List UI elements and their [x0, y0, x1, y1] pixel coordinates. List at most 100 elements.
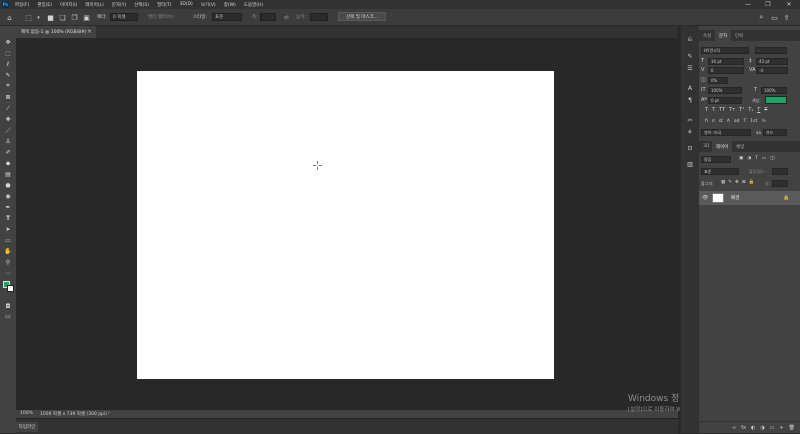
vertical-scale-input[interactable]: 100%	[708, 87, 742, 94]
menu-3d[interactable]: 3D(D)	[180, 2, 193, 7]
brush-tool-icon[interactable]: ／	[3, 126, 13, 135]
subscript-button[interactable]: T₁	[748, 107, 753, 113]
trash-icon[interactable]: 🗑	[789, 425, 795, 431]
close-tab-icon[interactable]: ×	[88, 29, 92, 35]
maximize-button[interactable]: ❐	[760, 0, 776, 9]
path-select-tool-icon[interactable]: ➤	[3, 225, 13, 233]
subtract-selection-icon[interactable]: ❐	[70, 13, 79, 22]
history-panel-icon[interactable]: ⎌	[685, 36, 695, 44]
pen-tool-icon[interactable]: ✒	[3, 203, 13, 211]
character-panel-icon[interactable]: A	[685, 84, 695, 92]
select-and-mask-button[interactable]: 선택 및 마스크...	[338, 12, 386, 21]
tab-layers[interactable]: 레이어	[712, 141, 733, 152]
alternates-button[interactable]: ad	[734, 119, 740, 124]
baseline-shift-input[interactable]: 0 pt	[708, 97, 742, 104]
all-caps-button[interactable]: TT	[719, 107, 725, 113]
menu-image[interactable]: 이미지(I)	[60, 2, 77, 8]
layer-style-icon[interactable]: fx	[741, 425, 746, 431]
language-select[interactable]: 영어: 미국	[701, 129, 751, 136]
marquee-tool-icon[interactable]: ⬚	[3, 49, 13, 57]
superscript-button[interactable]: T¹	[739, 107, 744, 113]
font-style-select[interactable]: -	[755, 47, 787, 54]
lock-all-icon[interactable]: 🔒	[749, 180, 755, 185]
document-canvas[interactable]	[137, 71, 554, 379]
leading-input[interactable]: 43 pt	[756, 58, 788, 65]
properties-icon[interactable]: ⊡	[685, 144, 695, 152]
tab-paragraph[interactable]: 단락	[731, 30, 747, 41]
feather-input[interactable]: 0 픽셀	[110, 13, 138, 21]
antialias-select[interactable]: 하드	[763, 129, 787, 136]
eye-icon[interactable]: 👁	[702, 195, 708, 201]
layer-row-background[interactable]: 👁 배경 🔒	[699, 191, 800, 205]
workspace[interactable]	[16, 38, 678, 410]
filter-pixel-icon[interactable]: ▣	[739, 156, 743, 161]
horizontal-scale-input[interactable]: 100%	[761, 87, 787, 94]
ligature-button[interactable]: fi	[705, 119, 708, 124]
quick-select-tool-icon[interactable]: ✎	[3, 71, 13, 79]
crop-tool-icon[interactable]: ⌗	[3, 82, 13, 90]
stylistic-button[interactable]: st	[719, 119, 723, 124]
filter-type-icon[interactable]: T	[755, 156, 758, 161]
new-selection-icon[interactable]: ■	[46, 13, 55, 22]
move-tool-icon[interactable]: ✥	[3, 38, 13, 46]
zoom-level[interactable]: 100%	[20, 411, 33, 416]
frame-tool-icon[interactable]: ⊠	[3, 93, 13, 101]
font-family-select[interactable]: HY견고딕	[701, 47, 749, 54]
style-select[interactable]: 표준	[212, 13, 242, 21]
swap-dimensions-icon[interactable]: ⇄	[282, 13, 291, 22]
swash-button[interactable]: A	[727, 119, 730, 124]
alt-ligature-button[interactable]: σ	[712, 119, 715, 124]
more-tools-icon[interactable]: ⋯	[3, 269, 13, 277]
quick-mask-icon[interactable]: ◘	[3, 302, 13, 310]
new-layer-icon[interactable]: +	[779, 425, 783, 431]
menu-window[interactable]: 창(W)	[224, 2, 236, 8]
layer-name[interactable]: 배경	[731, 195, 739, 201]
hand-tool-icon[interactable]: ✋	[3, 247, 13, 255]
lock-icon[interactable]: 🔒	[783, 195, 789, 201]
tool-presets-icon[interactable]: ✂	[685, 116, 695, 124]
width-input[interactable]	[260, 13, 276, 21]
lock-artboard-icon[interactable]: ⊠	[742, 180, 746, 185]
filter-shape-icon[interactable]: ▭	[762, 156, 766, 161]
filter-smart-icon[interactable]: ◫	[770, 156, 774, 161]
zoom-tool-icon[interactable]: ⚲	[3, 258, 13, 266]
filter-adjust-icon[interactable]: ◑	[747, 156, 751, 161]
close-window-button[interactable]: ✕	[781, 0, 797, 9]
status-menu-arrow-icon[interactable]: ›	[108, 411, 110, 416]
layer-filter-select[interactable]: 종류	[701, 156, 731, 163]
dodge-tool-icon[interactable]: ◉	[3, 192, 13, 200]
history-brush-tool-icon[interactable]: ✐	[3, 148, 13, 156]
tab-properties[interactable]: 속성	[699, 30, 715, 41]
screen-mode-icon[interactable]: ▭	[3, 312, 13, 320]
gradient-tool-icon[interactable]: ▤	[3, 170, 13, 178]
menu-edit[interactable]: 편집(E)	[37, 2, 52, 8]
antialias-checkbox[interactable]: 앤티 앨리어스	[148, 14, 174, 20]
height-input[interactable]	[310, 13, 328, 21]
timeline-tab[interactable]: 타임라인	[16, 422, 38, 432]
group-icon[interactable]: ▭	[770, 425, 775, 431]
tracking-input[interactable]: -4	[756, 67, 788, 74]
menu-file[interactable]: 파일(F)	[15, 2, 29, 8]
menu-filter[interactable]: 필터(T)	[157, 2, 172, 8]
minimize-button[interactable]: —	[740, 0, 756, 9]
small-caps-button[interactable]: Tт	[729, 107, 735, 113]
share-icon[interactable]: ⇪	[782, 13, 791, 22]
libraries-icon[interactable]: ▥	[685, 160, 695, 168]
eraser-tool-icon[interactable]: ◆	[3, 159, 13, 167]
search-icon[interactable]: ⌕	[757, 13, 766, 22]
fill-input[interactable]	[772, 180, 788, 187]
home-icon[interactable]: ⌂	[5, 13, 14, 22]
clone-stamp-tool-icon[interactable]: ♙	[3, 137, 13, 145]
faux-italic-button[interactable]: T	[712, 107, 715, 113]
adjustments-icon[interactable]: ☰	[685, 64, 695, 72]
menu-view[interactable]: 보기(V)	[201, 2, 216, 8]
menu-select[interactable]: 선택(S)	[134, 2, 149, 8]
underline-button[interactable]: T	[757, 107, 760, 113]
lock-image-icon[interactable]: ✎	[728, 180, 732, 185]
background-color-swatch[interactable]	[7, 285, 14, 292]
link-layers-icon[interactable]: ∞	[732, 425, 736, 431]
kerning-input[interactable]: 0	[708, 67, 744, 74]
document-tab[interactable]: 제목 없음-1 @ 100% (RGB/8#) * ×	[16, 26, 96, 38]
fractions-button[interactable]: ½	[761, 119, 765, 124]
menu-type[interactable]: 문자(Y)	[112, 2, 127, 8]
